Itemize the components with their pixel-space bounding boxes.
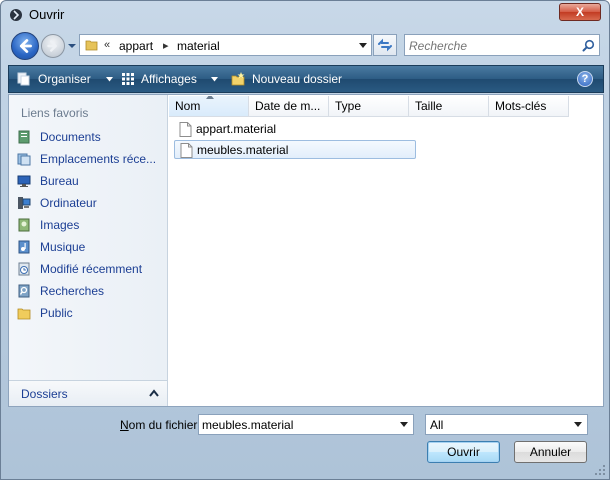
- desktop-icon: [17, 175, 31, 187]
- search-box[interactable]: [404, 34, 600, 56]
- file-list-pane[interactable]: Nom Date de m... Type Taille Mots-clés a…: [169, 95, 603, 406]
- arrow-left-icon: [19, 39, 32, 53]
- address-bar[interactable]: « appart ▸ material: [79, 34, 372, 56]
- column-header-tags[interactable]: Mots-clés: [489, 96, 569, 117]
- file-type-value: All: [430, 418, 444, 432]
- search-input[interactable]: [409, 38, 577, 53]
- search-icon[interactable]: [582, 39, 595, 52]
- sidebar-item-public[interactable]: Public: [15, 303, 165, 323]
- views-label: Affichages: [141, 72, 197, 86]
- public-folder-icon: [17, 308, 31, 320]
- sidebar-item-searches[interactable]: Recherches: [15, 281, 165, 301]
- sort-ascending-icon: [206, 96, 214, 99]
- views-button[interactable]: Affichages: [119, 66, 227, 92]
- file-name: meubles.material: [197, 143, 289, 157]
- cancel-button[interactable]: Annuler: [514, 441, 587, 463]
- favorites-header: Liens favoris: [21, 106, 89, 120]
- folder-icon: [85, 40, 98, 51]
- computer-icon: [18, 197, 31, 209]
- breadcrumb-separator[interactable]: ▸: [163, 39, 169, 52]
- filename-combobox[interactable]: [198, 414, 414, 435]
- column-header-type[interactable]: Type: [329, 96, 409, 117]
- refresh-icon: [378, 38, 392, 52]
- sidebar-item-label: Ordinateur: [40, 196, 97, 210]
- file-icon: [180, 143, 193, 158]
- sidebar-item-label: Documents: [40, 130, 101, 144]
- column-header-label: Date de m...: [255, 99, 321, 113]
- window-title: Ouvrir: [29, 7, 65, 22]
- file-row-selected[interactable]: meubles.material: [174, 140, 416, 159]
- arrow-right-icon: [47, 40, 57, 52]
- folders-toggle[interactable]: Dossiers: [9, 380, 167, 406]
- file-row[interactable]: appart.material: [174, 120, 416, 139]
- filename-input[interactable]: [202, 418, 392, 432]
- forward-button[interactable]: [41, 34, 65, 58]
- app-icon: [10, 9, 22, 21]
- sidebar-item-label: Bureau: [40, 174, 79, 188]
- sidebar-item-label: Musique: [40, 240, 86, 254]
- column-header-label: Mots-clés: [495, 99, 547, 113]
- folders-label: Dossiers: [21, 387, 68, 401]
- history-dropdown-icon[interactable]: [67, 41, 77, 51]
- chevron-down-icon[interactable]: [400, 422, 408, 428]
- sidebar-item-music[interactable]: Musique: [15, 237, 165, 257]
- sidebar-item-documents[interactable]: Documents: [15, 127, 165, 147]
- pictures-icon: [18, 218, 30, 232]
- sidebar-item-desktop[interactable]: Bureau: [15, 171, 165, 191]
- views-icon: [122, 73, 134, 85]
- back-button[interactable]: [11, 32, 39, 60]
- sidebar-item-label: Public: [40, 306, 73, 320]
- organize-button[interactable]: Organiser: [17, 66, 117, 92]
- file-icon: [179, 122, 192, 137]
- searches-icon: [18, 284, 30, 298]
- column-header-name[interactable]: Nom: [169, 96, 249, 117]
- music-icon: [18, 240, 30, 254]
- caret-down-icon: [211, 77, 218, 82]
- navigation-pane: Liens favoris Documents Emplacements réc…: [9, 95, 168, 406]
- new-folder-label: Nouveau dossier: [252, 72, 343, 86]
- address-overflow[interactable]: «: [104, 39, 110, 51]
- sidebar-item-label: Recherches: [40, 284, 105, 298]
- resize-grip-icon[interactable]: [594, 464, 606, 476]
- filename-label-text: om du fichier :: [128, 418, 205, 432]
- column-header-size[interactable]: Taille: [409, 96, 489, 117]
- organize-label: Organiser: [38, 72, 91, 86]
- caret-down-icon: [106, 77, 113, 82]
- browser-panel: Liens favoris Documents Emplacements réc…: [8, 94, 604, 407]
- chevron-up-icon: [149, 389, 159, 397]
- sidebar-item-recently-changed[interactable]: Modifié récemment: [15, 259, 165, 279]
- new-folder-button[interactable]: Nouveau dossier: [231, 66, 351, 92]
- organize-icon: [17, 72, 30, 86]
- close-button[interactable]: X: [559, 3, 601, 21]
- sidebar-item-pictures[interactable]: Images: [15, 215, 165, 235]
- column-header-label: Type: [335, 99, 362, 113]
- sidebar-item-label: Images: [40, 218, 80, 232]
- refresh-button[interactable]: [373, 34, 397, 56]
- sidebar-item-computer[interactable]: Ordinateur: [15, 193, 165, 213]
- file-name: appart.material: [196, 122, 277, 136]
- column-header-date[interactable]: Date de m...: [249, 96, 329, 117]
- open-button[interactable]: Ouvrir: [427, 441, 500, 463]
- new-folder-icon: [231, 72, 245, 86]
- command-toolbar: Organiser Affichages Nouveau dossier ?: [8, 65, 604, 93]
- sidebar-item-label: Emplacements réce...: [40, 152, 157, 166]
- chevron-down-icon[interactable]: [574, 422, 582, 428]
- filename-label: Nom du fichier :: [120, 418, 204, 432]
- close-icon: X: [575, 5, 584, 19]
- sidebar-item-recent-places[interactable]: Emplacements réce...: [15, 149, 165, 169]
- sidebar-item-label: Modifié récemment: [40, 262, 143, 276]
- recently-changed-icon: [18, 262, 30, 276]
- breadcrumb-material[interactable]: material: [177, 39, 220, 53]
- breadcrumb-appart[interactable]: appart: [119, 39, 153, 53]
- file-type-select[interactable]: All: [425, 414, 588, 435]
- chevron-down-icon[interactable]: [359, 43, 367, 49]
- recent-places-icon: [17, 153, 31, 166]
- documents-icon: [18, 130, 30, 144]
- column-header-label: Taille: [415, 99, 443, 113]
- help-icon[interactable]: ?: [577, 71, 593, 87]
- open-dialog-window: Ouvrir X « appart ▸ material Recherche O…: [0, 0, 610, 480]
- column-header-label: Nom: [175, 99, 201, 113]
- filename-label-accelerator: N: [120, 418, 129, 432]
- title-bar[interactable]: Ouvrir X: [1, 1, 609, 29]
